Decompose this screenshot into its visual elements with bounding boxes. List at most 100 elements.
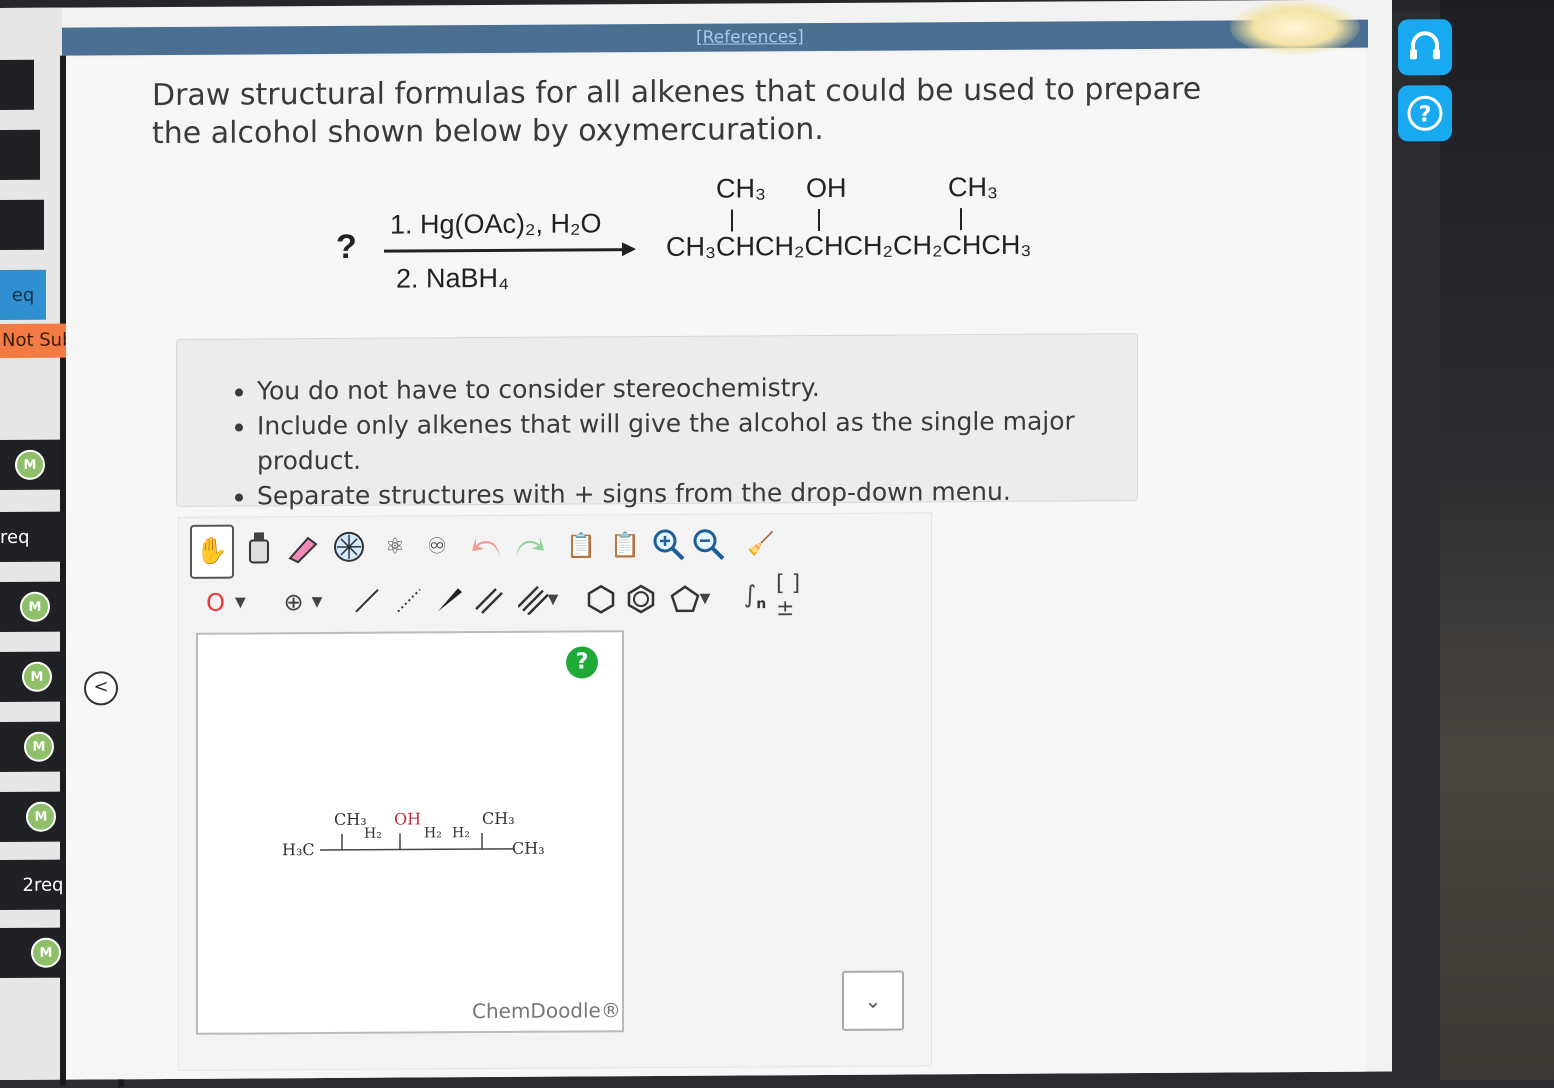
hashed-bond-icon	[397, 588, 421, 613]
sidebar-item-label: req	[0, 526, 30, 548]
sidebar-item-eq[interactable]: eq	[0, 269, 46, 320]
sidebar-item-2[interactable]	[0, 129, 40, 180]
sidebar-item-m1[interactable]: M	[0, 439, 60, 490]
reagent-step-2: 2. NaBH₄	[396, 262, 510, 294]
bond-line	[818, 208, 820, 232]
clear-tool-button[interactable]	[238, 526, 280, 568]
chevron-down-icon: ▼	[547, 591, 559, 608]
help-circle-button[interactable]: ?	[1398, 85, 1452, 142]
chevron-down-icon: ▼	[699, 590, 711, 607]
sidebar-item-m3[interactable]: M	[0, 651, 74, 702]
wedge-bond-button[interactable]	[428, 579, 470, 621]
m-badge: M	[20, 591, 50, 622]
redo-button[interactable]	[508, 525, 550, 567]
triple-bond-dropdown[interactable]: ▼	[508, 579, 568, 621]
monitor-right-background	[1440, 0, 1554, 1080]
m-badge: M	[24, 731, 54, 762]
eraser-tool-button[interactable]	[282, 526, 324, 568]
chain-icon: ∫n	[743, 580, 767, 613]
undo-button[interactable]	[466, 525, 508, 567]
rings-tool-button[interactable]: ♾	[416, 525, 458, 567]
ring-size-dropdown[interactable]: ▼	[660, 578, 720, 620]
charge-dropdown[interactable]: ⊕ ▼	[272, 576, 334, 628]
right-toolbar: ?	[1398, 19, 1452, 151]
bracket-icon: [ ]±	[776, 571, 801, 622]
clean-icon: 🧹	[747, 531, 775, 557]
instructions-list: You do not have to consider stereochemis…	[177, 334, 1137, 514]
paste-icon: 📋	[610, 531, 640, 560]
sidebar-item-1[interactable]	[0, 59, 34, 110]
separator-dropdown[interactable]: ⌄	[842, 970, 904, 1031]
zoom-in-icon	[653, 529, 685, 561]
atom-label-dropdown[interactable]: O ▼	[194, 576, 258, 628]
m-badge: M	[15, 449, 45, 480]
cyclohexane-button[interactable]	[580, 578, 622, 620]
bond-line	[960, 208, 962, 231]
chain-tool-button[interactable]: ∫n	[734, 575, 776, 617]
screen: eq Not Submitted M req M M M M 2req M [R…	[0, 0, 1452, 1088]
clean-button[interactable]: 🧹	[740, 523, 782, 565]
m-badge: M	[31, 937, 61, 968]
headset-icon	[1410, 31, 1440, 60]
single-bond-button[interactable]	[346, 580, 388, 622]
question-circle-icon: ?	[1407, 95, 1443, 131]
templates-icon: ⚛	[385, 534, 405, 560]
wedge-bond-icon	[438, 588, 462, 612]
lasso-icon	[334, 531, 364, 562]
product-substituent-oh: OH	[806, 172, 847, 204]
redo-icon	[516, 536, 544, 557]
instruction-item: Separate structures with + signs from th…	[257, 473, 1137, 513]
molecule-atom-oh: OH	[394, 809, 422, 829]
unknown-reactant: ?	[336, 227, 357, 266]
svg-text:?: ?	[1419, 102, 1432, 127]
sidebar-item-label: eq	[11, 284, 35, 306]
sidebar-item-label: 2req	[22, 874, 64, 896]
molecule-bonds	[320, 833, 514, 851]
instruction-item: Include only alkenes that will give the …	[257, 403, 1137, 478]
cyclohexane-icon	[587, 584, 615, 614]
templates-tool-button[interactable]: ⚛	[374, 525, 416, 567]
double-bond-icon	[475, 588, 503, 614]
plus-charge-icon: ⊕	[283, 588, 304, 617]
spray-bottle-icon	[249, 532, 269, 564]
triple-bond-icon	[517, 585, 548, 615]
zoom-in-button[interactable]	[648, 524, 690, 566]
instruction-item: You do not have to consider stereochemis…	[257, 368, 1137, 408]
sidebar-item-3[interactable]	[0, 199, 44, 250]
rings-icon: ♾	[427, 533, 447, 559]
help-button[interactable]: ?	[566, 646, 598, 679]
question-text: Draw structural formulas for all alkenes…	[152, 71, 1202, 152]
sgroup-bracket-button[interactable]: [ ]±	[776, 571, 818, 621]
chain-n-label: n	[756, 596, 767, 613]
sidebar-item-m2[interactable]: M	[0, 581, 70, 632]
zoom-out-button[interactable]	[688, 524, 730, 566]
product-main-chain: CH₃CHCH₂CHCH₂CH₂CHCH₃	[666, 229, 1032, 262]
benzene-button[interactable]	[620, 578, 662, 620]
m-badge: M	[22, 661, 52, 692]
chevron-down-icon: ⌄	[864, 988, 882, 1013]
copy-button[interactable]: 📋	[560, 524, 602, 566]
product-substituent-ch3-left: CH₃	[716, 173, 766, 204]
molecule-atom-ch3: CH₃	[334, 809, 367, 829]
copy-icon: 📋	[566, 531, 596, 560]
headset-support-button[interactable]	[1398, 19, 1452, 76]
undo-icon	[472, 537, 500, 557]
benzene-icon	[627, 584, 655, 614]
references-link[interactable]: [References]	[696, 27, 804, 48]
eraser-icon	[288, 536, 318, 564]
cyclopentane-icon	[670, 585, 700, 613]
chevron-down-icon: ▼	[311, 594, 323, 611]
hashed-bond-button[interactable]	[388, 579, 430, 621]
screen-glare	[1230, 0, 1360, 55]
paste-button[interactable]: 📋	[604, 524, 646, 566]
bond-line	[731, 209, 733, 232]
double-bond-button[interactable]	[468, 579, 510, 621]
molecule-atom-ch3: CH₃	[482, 808, 515, 829]
chevron-down-icon: ▼	[235, 594, 246, 611]
m-badge: M	[26, 801, 56, 832]
lasso-tool-button[interactable]	[328, 526, 370, 568]
collapse-sidebar-button[interactable]: <	[84, 671, 118, 706]
reagent-step-1: 1. Hg(OAc)₂, H₂O	[390, 208, 602, 240]
hand-tool-button[interactable]: ✋	[190, 524, 234, 579]
sidebar-item-req[interactable]: req	[0, 511, 66, 562]
